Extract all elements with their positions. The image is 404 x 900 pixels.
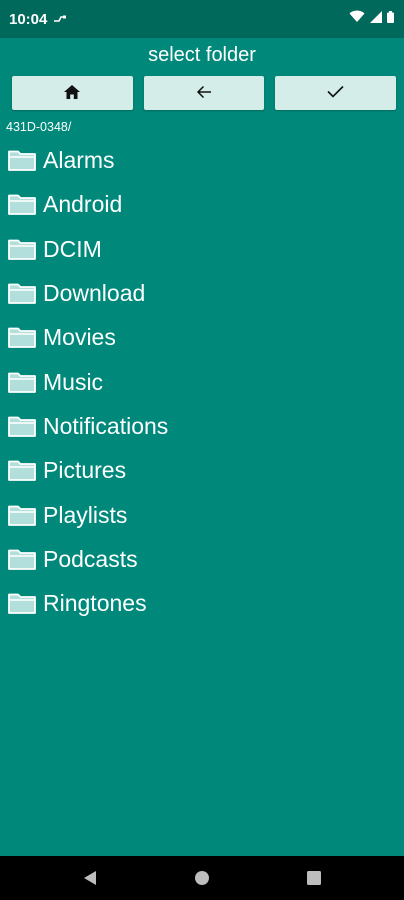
- status-left: 10:04: [9, 11, 67, 28]
- toolbar: [12, 76, 397, 110]
- nav-home-icon[interactable]: [192, 868, 212, 888]
- folder-icon: [8, 193, 36, 216]
- folder-name: Podcasts: [43, 545, 138, 572]
- nav-back-icon[interactable]: [80, 868, 100, 888]
- home-button[interactable]: [12, 76, 133, 110]
- folder-item[interactable]: Android: [0, 182, 404, 226]
- status-bar: 10:04: [0, 0, 404, 38]
- folder-item[interactable]: Music: [0, 359, 404, 403]
- arrow-back-icon: [196, 85, 212, 102]
- folder-item[interactable]: Movies: [0, 315, 404, 359]
- folder-name: DCIM: [43, 235, 102, 262]
- signal-icon: [370, 10, 382, 28]
- folder-name: Android: [43, 191, 123, 218]
- folder-name: Playlists: [43, 501, 128, 528]
- check-icon: [327, 85, 344, 101]
- page-title: select folder: [148, 44, 256, 66]
- folder-item[interactable]: DCIM: [0, 227, 404, 271]
- folder-icon: [8, 548, 36, 570]
- folder-icon: [8, 371, 36, 393]
- folder-item[interactable]: Pictures: [0, 448, 404, 492]
- current-path: 431D-0348/: [6, 120, 72, 134]
- nav-recents-icon[interactable]: [304, 868, 324, 888]
- folder-item[interactable]: Alarms: [0, 138, 404, 182]
- folder-name: Alarms: [43, 147, 115, 174]
- battery-icon: [387, 10, 394, 28]
- folder-name: Music: [43, 368, 104, 395]
- system-nav-bar: [0, 856, 404, 900]
- folder-name: Download: [43, 280, 146, 307]
- folder-icon: [8, 459, 36, 482]
- status-time: 10:04: [9, 10, 48, 28]
- folder-name: Notifications: [43, 412, 169, 439]
- folder-icon: [8, 238, 36, 260]
- folder-icon: [8, 149, 36, 172]
- folder-list: Alarms Android DCIM Download Movies Musi…: [0, 138, 404, 625]
- wifi-icon: [349, 10, 365, 28]
- folder-icon: [8, 415, 36, 437]
- folder-icon: [8, 504, 36, 526]
- folder-item[interactable]: Notifications: [0, 404, 404, 448]
- home-icon: [64, 84, 81, 102]
- usb-debug-icon: [53, 11, 67, 28]
- folder-icon: [8, 592, 36, 615]
- folder-item[interactable]: Playlists: [0, 492, 404, 536]
- folder-item[interactable]: Podcasts: [0, 537, 404, 581]
- folder-name: Ringtones: [43, 590, 147, 617]
- folder-icon: [8, 326, 36, 349]
- folder-item[interactable]: Ringtones: [0, 581, 404, 625]
- confirm-button[interactable]: [275, 76, 397, 110]
- folder-item[interactable]: Download: [0, 271, 404, 315]
- folder-name: Movies: [43, 324, 116, 351]
- folder-icon: [8, 282, 36, 304]
- folder-name: Pictures: [43, 457, 127, 484]
- status-right: [349, 10, 394, 28]
- back-button[interactable]: [143, 76, 265, 110]
